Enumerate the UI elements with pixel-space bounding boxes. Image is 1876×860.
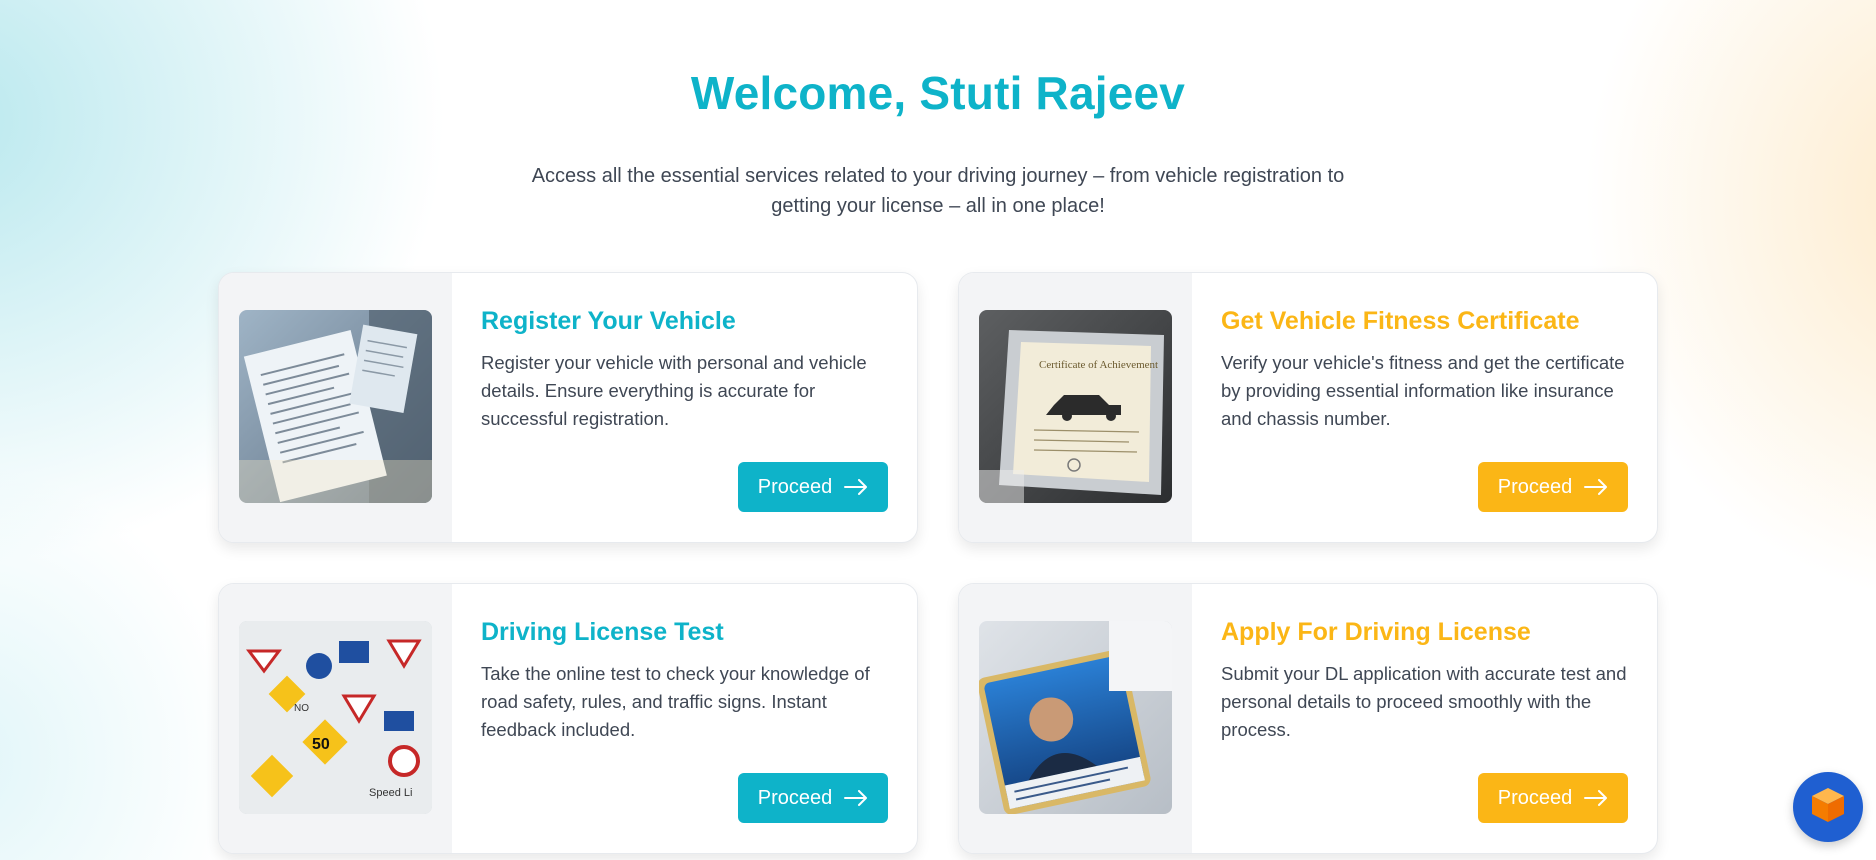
arrow-right-icon xyxy=(1584,790,1608,806)
apply-driving-license-card: Apply For Driving License Submit your DL… xyxy=(958,583,1658,854)
page-subtitle: Access all the essential services relate… xyxy=(531,165,1345,217)
card-media xyxy=(219,273,452,542)
card-media xyxy=(959,584,1192,853)
card-description: Register your vehicle with personal and … xyxy=(481,352,867,429)
svg-text:Certificate of Achievement: Certificate of Achievement xyxy=(1039,359,1158,371)
arrow-right-icon xyxy=(844,479,868,495)
proceed-button[interactable]: Proceed xyxy=(738,462,888,512)
arrow-right-icon xyxy=(1584,479,1608,495)
register-vehicle-card: Register Your Vehicle Register your vehi… xyxy=(218,272,918,543)
vehicle-registration-documents-image xyxy=(239,310,432,503)
card-media: 50 Speed Li NO xyxy=(219,584,452,853)
svg-text:NO: NO xyxy=(294,703,309,714)
fitness-certificate-card: Certificate of Achievement Get Vehicle F… xyxy=(958,272,1658,543)
floating-help-button[interactable] xyxy=(1793,772,1863,842)
card-description: Verify your vehicle's fitness and get th… xyxy=(1221,352,1625,429)
card-description: Submit your DL application with accurate… xyxy=(1221,663,1627,740)
card-title: Get Vehicle Fitness Certificate xyxy=(1221,307,1580,335)
proceed-button[interactable]: Proceed xyxy=(1478,773,1628,823)
driving-license-test-card: 50 Speed Li NO Driving License Test Take… xyxy=(218,583,918,854)
proceed-button-label: Proceed xyxy=(1497,786,1573,809)
card-title: Apply For Driving License xyxy=(1221,618,1531,646)
card-title: Register Your Vehicle xyxy=(481,307,736,335)
traffic-signs-test-image: 50 Speed Li NO xyxy=(239,621,432,814)
card-description: Take the online test to check your knowl… xyxy=(481,663,870,740)
svg-text:50: 50 xyxy=(312,736,330,753)
card-media: Certificate of Achievement xyxy=(959,273,1192,542)
proceed-button-label: Proceed xyxy=(757,475,833,498)
proceed-button[interactable]: Proceed xyxy=(738,773,888,823)
proceed-button-label: Proceed xyxy=(1497,475,1573,498)
proceed-button[interactable]: Proceed xyxy=(1478,462,1628,512)
arrow-right-icon xyxy=(844,790,868,806)
page-title: Welcome, Stuti Rajeev xyxy=(690,67,1186,119)
svg-text:Speed Li: Speed Li xyxy=(369,787,412,799)
proceed-button-label: Proceed xyxy=(757,786,833,809)
fitness-certificate-image: Certificate of Achievement xyxy=(979,310,1172,503)
driving-license-card-image xyxy=(979,621,1172,814)
card-title: Driving License Test xyxy=(481,618,724,646)
cube-icon xyxy=(1808,785,1848,830)
